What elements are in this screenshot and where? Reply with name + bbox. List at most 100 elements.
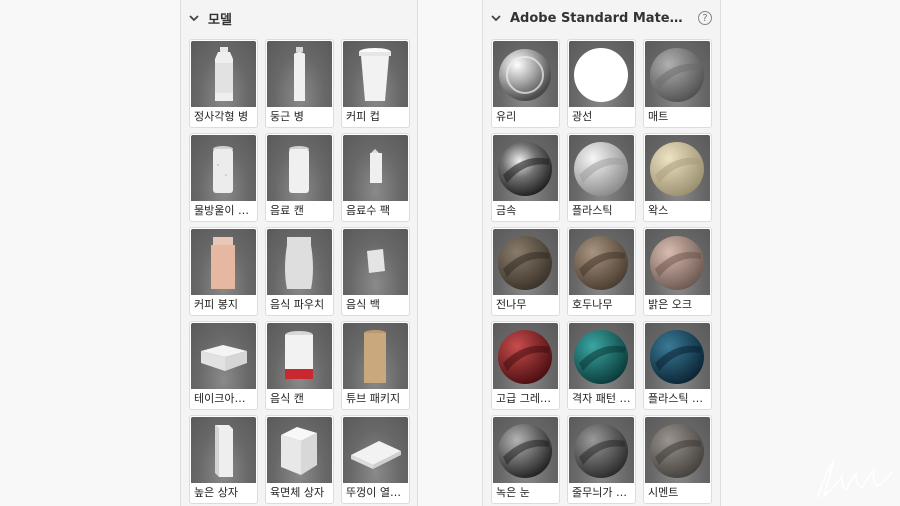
model-card-round-bottle[interactable]: 둥근 병 (265, 39, 334, 128)
card-label: 호두나무 (572, 298, 613, 311)
material-card-glass[interactable]: 유리 (491, 39, 560, 128)
model-card-food-bag[interactable]: 음식 백 (341, 227, 410, 316)
material-card-metal[interactable]: 금속 (491, 133, 560, 222)
card-label: 줄무늬가 있는 대리석 (572, 486, 633, 499)
card-label: 밝은 오크 (648, 298, 692, 311)
materials-panel: Adobe Standard Materials ? 유리 광선 매트 금속 플… (482, 0, 721, 506)
card-label: 정사각형 병 (194, 110, 249, 123)
models-panel: 모델 정사각형 병 둥근 병 커피 컵 물방울이 맺 음료 캔 음료수 팩 커피… (180, 0, 418, 506)
card-label: 광선 (572, 110, 593, 123)
card-label: 전나무 (496, 298, 527, 311)
material-card-melted-snow[interactable]: 녹은 눈 (491, 415, 560, 504)
model-card-cube-box[interactable]: 육면체 상자 (265, 415, 334, 504)
material-card-light[interactable]: 광선 (567, 39, 636, 128)
light-sphere-icon (569, 41, 634, 107)
round-bottle-icon (267, 41, 332, 107)
food-can-icon (267, 323, 332, 389)
materials-panel-header[interactable]: Adobe Standard Materials ? (483, 0, 720, 36)
beverage-can-icon (267, 135, 332, 201)
help-icon[interactable]: ? (698, 11, 712, 25)
food-bag-icon (343, 229, 408, 295)
material-card-plastic[interactable]: 플라스틱 (567, 133, 636, 222)
material-card-matte[interactable]: 매트 (643, 39, 712, 128)
material-card-walnut[interactable]: 호두나무 (567, 227, 636, 316)
model-card-condensation-can[interactable]: 물방울이 맺힌 캔 (189, 133, 258, 222)
model-card-tall-box[interactable]: 높은 상자 (189, 415, 258, 504)
light-oak-sphere-icon (645, 229, 710, 295)
card-label: 테이크아웃 용기 (194, 392, 255, 405)
coffee-cup-icon (343, 41, 408, 107)
card-label: 음료 캔 (270, 204, 304, 217)
material-card-striped-marble[interactable]: 줄무늬가 있는 대리석 (567, 415, 636, 504)
card-label: 왁스 (648, 204, 669, 217)
card-label: 음식 백 (346, 298, 380, 311)
model-card-food-pouch[interactable]: 음식 파우치 (265, 227, 334, 316)
card-label: 높은 상자 (194, 486, 238, 499)
card-label: 격자 패턴 직물 (572, 392, 633, 405)
striped-marble-sphere-icon (569, 417, 634, 483)
chevron-down-icon[interactable] (490, 12, 502, 24)
square-bottle-icon (191, 41, 256, 107)
model-card-takeout-container[interactable]: 테이크아웃 용기 (189, 321, 258, 410)
card-label: 물방울이 맺힌 캔 (194, 204, 255, 217)
material-card-grain-leather[interactable]: 고급 그레인 가죽 (491, 321, 560, 410)
metal-sphere-icon (493, 135, 558, 201)
open-lid-box-icon (343, 417, 408, 483)
material-card-grid-fabric[interactable]: 격자 패턴 직물 (567, 321, 636, 410)
card-label: 플라스틱 (572, 204, 613, 217)
model-card-coffee-cup[interactable]: 커피 컵 (341, 39, 410, 128)
drink-carton-icon (343, 135, 408, 201)
model-card-food-can[interactable]: 음식 캔 (265, 321, 334, 410)
card-label: 음료수 팩 (346, 204, 390, 217)
card-label: 유리 (496, 110, 517, 123)
card-label: 녹은 눈 (496, 486, 530, 499)
takeout-container-icon (191, 323, 256, 389)
models-panel-title: 모델 (208, 12, 232, 28)
signature-watermark (817, 459, 893, 499)
cube-box-icon (267, 417, 332, 483)
model-card-drink-carton[interactable]: 음료수 팩 (341, 133, 410, 222)
condensation-can-icon (191, 135, 256, 201)
card-label: 음식 캔 (270, 392, 304, 405)
model-card-coffee-bag[interactable]: 커피 봉지 (189, 227, 258, 316)
card-label: 시멘트 (648, 486, 679, 499)
card-label: 음식 파우치 (270, 298, 325, 311)
fir-wood-sphere-icon (493, 229, 558, 295)
model-card-square-bottle[interactable]: 정사각형 병 (189, 39, 258, 128)
glass-sphere-icon (493, 41, 558, 107)
material-card-fir[interactable]: 전나무 (491, 227, 560, 316)
wax-sphere-icon (645, 135, 710, 201)
model-card-open-lid-box[interactable]: 뚜껑이 열린 상자 (341, 415, 410, 504)
cement-sphere-icon (645, 417, 710, 483)
model-card-tube-package[interactable]: 튜브 패키지 (341, 321, 410, 410)
card-label: 플라스틱 코팅 (648, 392, 709, 405)
card-label: 튜브 패키지 (346, 392, 401, 405)
plastic-sphere-icon (569, 135, 634, 201)
card-label: 둥근 병 (270, 110, 304, 123)
melted-snow-sphere-icon (493, 417, 558, 483)
card-label: 금속 (496, 204, 517, 217)
material-card-cement[interactable]: 시멘트 (643, 415, 712, 504)
card-label: 고급 그레인 가죽 (496, 392, 557, 405)
card-label: 커피 봉지 (194, 298, 238, 311)
model-card-beverage-can[interactable]: 음료 캔 (265, 133, 334, 222)
food-pouch-icon (267, 229, 332, 295)
chevron-down-icon[interactable] (188, 12, 200, 24)
card-label: 뚜껑이 열린 상자 (346, 486, 407, 499)
coffee-bag-icon (191, 229, 256, 295)
matte-sphere-icon (645, 41, 710, 107)
material-card-coated-plastic[interactable]: 플라스틱 코팅 (643, 321, 712, 410)
materials-panel-title: Adobe Standard Materials (510, 10, 688, 26)
models-panel-header[interactable]: 모델 (181, 0, 417, 36)
coated-plastic-sphere-icon (645, 323, 710, 389)
card-label: 커피 컵 (346, 110, 380, 123)
grain-leather-sphere-icon (493, 323, 558, 389)
grid-fabric-sphere-icon (569, 323, 634, 389)
tube-package-icon (343, 323, 408, 389)
material-card-wax[interactable]: 왁스 (643, 133, 712, 222)
walnut-sphere-icon (569, 229, 634, 295)
material-card-light-oak[interactable]: 밝은 오크 (643, 227, 712, 316)
tall-box-icon (191, 417, 256, 483)
card-label: 매트 (648, 110, 669, 123)
card-label: 육면체 상자 (270, 486, 325, 499)
